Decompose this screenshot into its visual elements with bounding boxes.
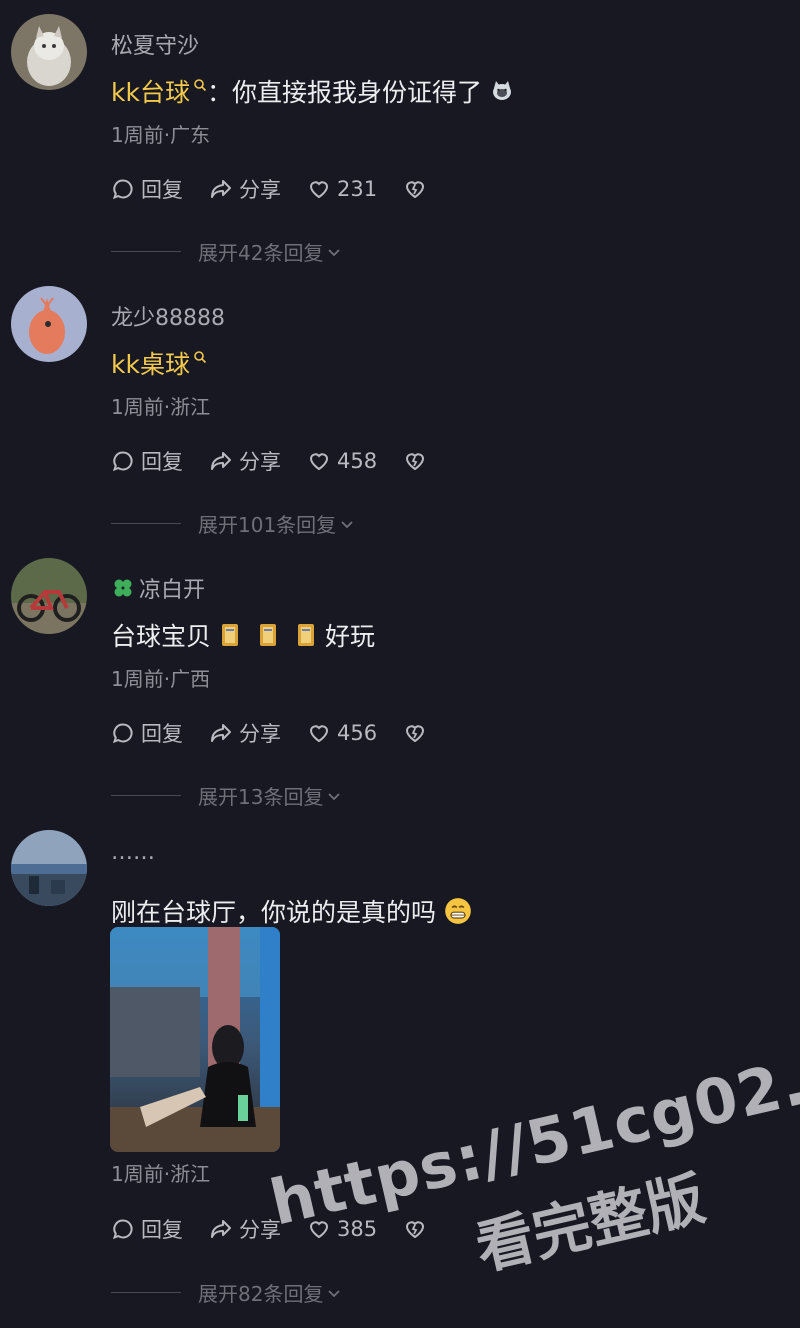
share-button[interactable]: 分享	[209, 718, 281, 748]
dislike-button[interactable]	[403, 177, 433, 201]
reply-icon	[112, 723, 133, 744]
reply-label: 回复	[141, 450, 183, 474]
comment-meta: 1周前·浙江	[111, 395, 211, 419]
like-count: 458	[337, 449, 378, 473]
broken-heart-icon	[406, 453, 425, 471]
grin-emoji	[445, 898, 471, 924]
share-label: 分享	[239, 1218, 281, 1242]
reply-label: 回复	[141, 1218, 183, 1242]
dislike-button[interactable]	[403, 721, 433, 745]
reply-button[interactable]: 回复	[111, 174, 183, 204]
avatar[interactable]	[11, 14, 87, 90]
broken-heart-icon	[406, 1221, 425, 1239]
comment-meta: 1周前·浙江	[111, 1162, 211, 1186]
broken-heart-icon	[406, 181, 425, 199]
action-bar: 回复 分享 456	[111, 718, 459, 748]
comment-text: 台球宝贝 好玩	[111, 617, 375, 653]
reply-icon	[112, 451, 133, 472]
share-button[interactable]: 分享	[209, 1214, 281, 1244]
comment-body: ：你直接报我身份证得了	[206, 78, 482, 107]
share-icon	[211, 724, 231, 742]
like-button[interactable]: 385	[307, 1217, 377, 1241]
clover-icon	[114, 579, 132, 597]
share-icon	[211, 180, 231, 198]
comment-photo[interactable]	[110, 927, 280, 1152]
reply-button[interactable]: 回复	[111, 718, 183, 748]
chevron-down-icon	[341, 520, 353, 528]
comment-meta: 1周前·广东	[111, 123, 211, 147]
expand-replies-button[interactable]: 展开82条回复	[111, 1278, 341, 1307]
reply-button[interactable]: 回复	[111, 446, 183, 476]
action-bar: 回复 分享 385	[111, 1214, 459, 1244]
like-count: 385	[337, 1217, 378, 1241]
username-label: 凉白开	[139, 578, 206, 603]
dislike-button[interactable]	[403, 449, 433, 473]
like-button[interactable]: 458	[307, 449, 377, 473]
share-icon	[211, 1220, 231, 1238]
username[interactable]: 松夏守沙	[111, 28, 199, 60]
expand-label: 展开101条回复	[198, 513, 337, 537]
expand-label: 展开13条回复	[198, 785, 324, 809]
dislike-button[interactable]	[403, 1217, 433, 1241]
expand-label: 展开42条回复	[198, 241, 324, 265]
username[interactable]: ……	[111, 840, 155, 865]
chevron-down-icon	[328, 1289, 341, 1297]
username[interactable]: 龙少88888	[111, 300, 225, 332]
reply-label: 回复	[141, 722, 183, 746]
share-label: 分享	[239, 450, 281, 474]
heart-icon	[309, 1221, 329, 1239]
avatar[interactable]	[11, 286, 87, 362]
like-button[interactable]: 231	[307, 177, 377, 201]
action-bar: 回复 分享 458	[111, 446, 459, 476]
avatar[interactable]	[11, 558, 87, 634]
divider-line	[111, 1292, 181, 1293]
cat-emoji	[492, 81, 511, 100]
like-count: 456	[337, 721, 378, 745]
username[interactable]: 凉白开	[111, 572, 205, 604]
share-button[interactable]: 分享	[209, 446, 281, 476]
comment-body: 刚在台球厅，你说的是真的吗	[111, 898, 437, 927]
comment-meta: 1周前·广西	[111, 667, 211, 691]
like-button[interactable]: 456	[307, 721, 377, 745]
comment-body-prefix: 台球宝贝	[111, 622, 212, 651]
share-icon	[211, 452, 231, 470]
heart-icon	[309, 453, 329, 471]
search-mini-icon	[194, 351, 207, 364]
watermark-url: https://51cg02.cc	[263, 1028, 800, 1240]
comment-text: kk桌球	[111, 345, 207, 381]
broken-heart-icon	[406, 725, 425, 743]
reply-button[interactable]: 回复	[111, 1214, 183, 1244]
avatar[interactable]	[11, 830, 87, 906]
action-bar: 回复 分享 231	[111, 174, 459, 204]
comment-text: kk台球 ：你直接报我身份证得了	[111, 73, 514, 109]
expand-label: 展开82条回复	[198, 1282, 324, 1306]
share-label: 分享	[239, 722, 281, 746]
share-label: 分享	[239, 178, 281, 202]
share-button[interactable]: 分享	[209, 174, 281, 204]
divider-line	[111, 795, 181, 796]
watermark-caption: 看完整版	[469, 1164, 711, 1283]
mention-link[interactable]: kk桌球	[111, 345, 190, 381]
comment-text: 刚在台球厅，你说的是真的吗	[111, 893, 472, 929]
chevron-down-icon	[328, 248, 341, 256]
card-emoji	[222, 624, 239, 646]
divider-line	[111, 523, 181, 524]
card-emoji	[260, 624, 277, 646]
reply-icon	[112, 1219, 133, 1240]
comment-body-suffix: 好玩	[325, 622, 376, 651]
watermark-overlay: https://51cg02.cc 看完整版	[250, 984, 800, 1305]
like-count: 231	[337, 177, 378, 201]
search-mini-icon	[194, 79, 207, 92]
expand-replies-button[interactable]: 展开101条回复	[111, 509, 354, 538]
reply-label: 回复	[141, 178, 183, 202]
mention-link[interactable]: kk台球	[111, 73, 190, 109]
divider-line	[111, 251, 181, 252]
reply-icon	[112, 179, 133, 200]
card-emoji	[298, 624, 315, 646]
heart-icon	[309, 725, 329, 743]
heart-icon	[309, 181, 329, 199]
chevron-down-icon	[328, 792, 341, 800]
expand-replies-button[interactable]: 展开42条回复	[111, 237, 341, 266]
expand-replies-button[interactable]: 展开13条回复	[111, 781, 341, 810]
